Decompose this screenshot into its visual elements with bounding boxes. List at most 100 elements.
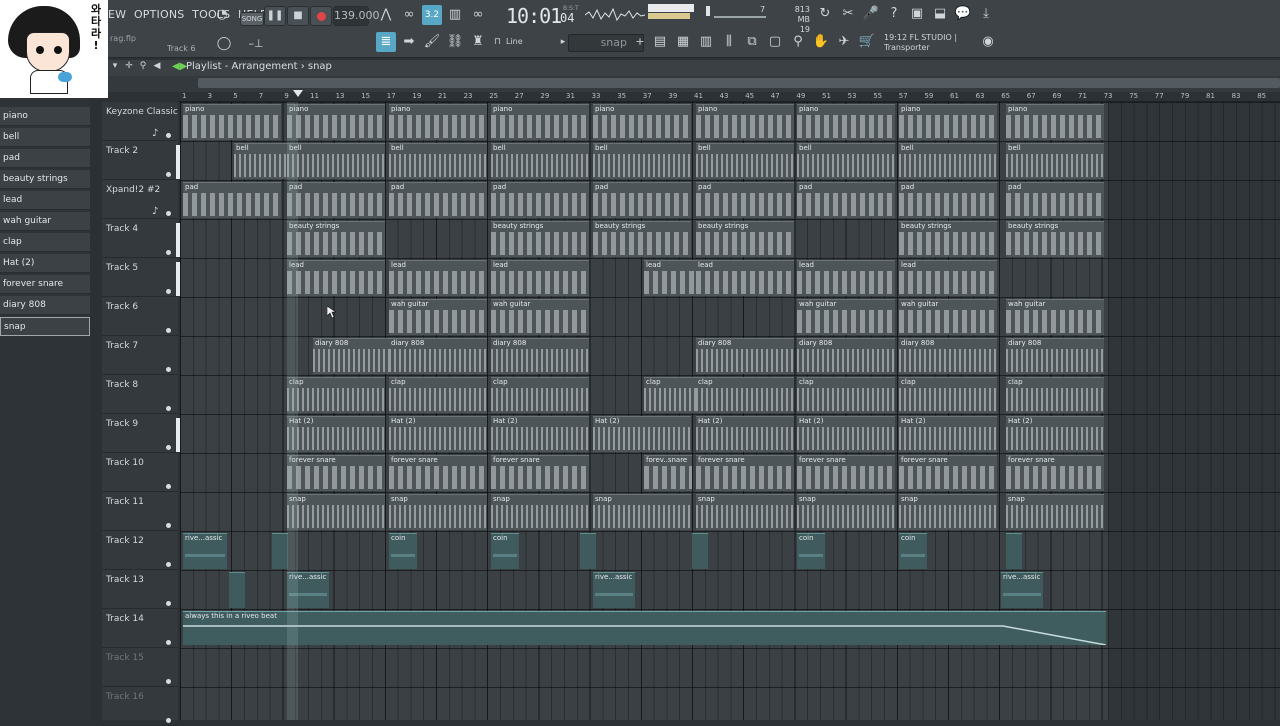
track-mute-dot[interactable] bbox=[166, 484, 171, 489]
pattern-clip[interactable]: snap bbox=[899, 494, 997, 530]
tempo-display[interactable]: 139.000 bbox=[333, 6, 380, 26]
audio-clip[interactable]: coin bbox=[899, 533, 927, 569]
speaker-icon[interactable]: ◀ bbox=[150, 59, 164, 73]
track-header[interactable]: Track 12 bbox=[102, 531, 178, 570]
step-edit-icon[interactable]: ▥ bbox=[445, 5, 465, 25]
pause-button[interactable]: ❚❚ bbox=[264, 6, 286, 26]
save-icon[interactable]: ▣ bbox=[907, 4, 927, 24]
snap-icon[interactable]: ≣ bbox=[376, 32, 396, 52]
picker-item[interactable]: diary 808 bbox=[0, 296, 90, 315]
pattern-clip[interactable]: Hat (2) bbox=[593, 416, 691, 452]
pattern-song-toggle-icon[interactable]: ◔ bbox=[212, 5, 232, 25]
pattern-clip[interactable]: piano bbox=[389, 104, 487, 140]
pattern-clip[interactable]: forev..snare bbox=[644, 455, 692, 491]
track-header[interactable]: Track 4 bbox=[102, 219, 180, 258]
pattern-clip[interactable]: Hat (2) bbox=[1006, 416, 1104, 452]
picker-item[interactable]: forever snare bbox=[0, 275, 90, 294]
record-button[interactable] bbox=[310, 6, 332, 26]
playlist-icon[interactable]: ▤ bbox=[650, 32, 670, 52]
pattern-clip[interactable]: snap bbox=[797, 494, 895, 530]
pattern-clip[interactable]: bell bbox=[1006, 143, 1104, 179]
pattern-clip[interactable]: bell bbox=[696, 143, 794, 179]
globe-icon[interactable]: ◉ bbox=[978, 32, 998, 52]
pattern-clip[interactable]: pad bbox=[389, 182, 487, 218]
pattern-clip[interactable]: piano bbox=[593, 104, 691, 140]
channel-rack-icon[interactable]: ▥ bbox=[696, 32, 716, 52]
pattern-clip[interactable]: clap bbox=[389, 377, 487, 413]
browser-icon[interactable]: ⧉ bbox=[742, 32, 762, 52]
track-header[interactable]: Track 14 bbox=[102, 609, 178, 648]
pattern-clip[interactable]: piano bbox=[899, 104, 997, 140]
automation-clip[interactable]: always this in a riveo beat bbox=[183, 611, 1106, 645]
pattern-clip[interactable]: pad bbox=[1006, 182, 1104, 218]
pattern-clip[interactable]: snap bbox=[287, 494, 385, 530]
pattern-clip[interactable]: forever snare bbox=[491, 455, 589, 491]
song-position-marker[interactable] bbox=[293, 90, 303, 97]
track-header[interactable]: Track 7 bbox=[102, 336, 178, 375]
marketplace-icon[interactable]: ✈ bbox=[834, 32, 854, 52]
pattern-clip[interactable]: piano bbox=[797, 104, 895, 140]
track-mute-dot[interactable] bbox=[166, 133, 171, 138]
picker-item[interactable]: lead bbox=[0, 191, 90, 210]
project-icon[interactable]: ▢ bbox=[765, 32, 785, 52]
pattern-clip[interactable]: bell bbox=[797, 143, 895, 179]
microphone-icon[interactable]: 🎤 bbox=[861, 4, 881, 24]
metronome-icon[interactable]: ⋀ bbox=[376, 5, 396, 25]
track-mute-dot[interactable] bbox=[166, 562, 171, 567]
blend-notes-icon[interactable]: ∞ bbox=[468, 5, 488, 25]
menu-options[interactable]: OPTIONS bbox=[134, 8, 185, 21]
pattern-clip[interactable]: snap bbox=[1006, 494, 1104, 530]
pattern-clip[interactable]: piano bbox=[183, 104, 281, 140]
picker-item[interactable]: beauty strings bbox=[0, 170, 90, 189]
pattern-clip[interactable]: snap bbox=[696, 494, 794, 530]
pattern-clip[interactable]: Hat (2) bbox=[287, 416, 385, 452]
pattern-clip[interactable]: beauty strings bbox=[593, 221, 691, 257]
pattern-clip[interactable]: diary 808 bbox=[797, 338, 895, 374]
undo-icon[interactable]: ↻ bbox=[815, 4, 835, 24]
track-header[interactable]: Track 13 bbox=[102, 570, 178, 609]
pattern-clip[interactable]: wah guitar bbox=[797, 299, 895, 335]
pattern-clip[interactable]: forever snare bbox=[1006, 455, 1104, 491]
pattern-clip[interactable]: wah guitar bbox=[1006, 299, 1104, 335]
pattern-clip[interactable]: forever snare bbox=[899, 455, 997, 491]
pattern-clip[interactable]: Hat (2) bbox=[797, 416, 895, 452]
pattern-clip[interactable]: clap bbox=[1006, 377, 1104, 413]
playlist-grid-empty[interactable] bbox=[1108, 102, 1280, 720]
pattern-clip[interactable]: lead bbox=[696, 260, 794, 296]
pattern-clip[interactable]: beauty strings bbox=[899, 221, 997, 257]
pattern-clip[interactable]: piano bbox=[696, 104, 794, 140]
download-icon[interactable]: ⤓ bbox=[976, 4, 996, 24]
pattern-clip[interactable]: wah guitar bbox=[389, 299, 487, 335]
snap-grid-icon[interactable]: ✛ bbox=[122, 59, 136, 73]
snap-selector[interactable]: Line bbox=[506, 35, 552, 49]
pattern-clip[interactable]: beauty strings bbox=[696, 221, 794, 257]
pattern-clip[interactable]: forever snare bbox=[797, 455, 895, 491]
pattern-clip[interactable]: forever snare bbox=[389, 455, 487, 491]
pattern-clip[interactable]: lead bbox=[797, 260, 895, 296]
track-header[interactable]: Track 5 bbox=[102, 258, 180, 297]
main-volume-knob-icon[interactable]: ◯ bbox=[214, 34, 234, 54]
timeline-ruler[interactable]: 1 3 5 7 9 11 13 15 17 19 21 23 25 27 29 31 33 35 37 39 41 43 4… bbox=[178, 92, 1280, 102]
pattern-clip[interactable]: pad bbox=[696, 182, 794, 218]
master-pitch-knob[interactable] bbox=[706, 6, 710, 16]
cart-icon[interactable]: 🛒 bbox=[857, 32, 877, 52]
audio-clip-small[interactable] bbox=[229, 572, 245, 608]
audio-clip[interactable]: coin bbox=[389, 533, 417, 569]
pattern-clip[interactable]: Hat (2) bbox=[491, 416, 589, 452]
track-mute-dot[interactable] bbox=[166, 679, 171, 684]
track-header[interactable]: Track 6 bbox=[102, 297, 178, 336]
pattern-clip[interactable]: lead bbox=[389, 260, 487, 296]
pattern-clip[interactable]: diary 808 bbox=[389, 338, 487, 374]
pattern-clip[interactable]: diary 808 bbox=[899, 338, 997, 374]
chat-icon[interactable]: 💬 bbox=[953, 4, 973, 24]
menu-view[interactable]: EW bbox=[108, 8, 126, 21]
touch-keyboard-icon[interactable]: ✋ bbox=[811, 32, 831, 52]
picker-item[interactable]: wah guitar bbox=[0, 212, 90, 231]
pattern-clip[interactable]: clap bbox=[696, 377, 794, 413]
stamp-icon[interactable]: ♜ bbox=[468, 32, 488, 52]
plugin-icon[interactable]: ⬓ bbox=[930, 4, 950, 24]
track-header[interactable]: Xpand!2 #2 ♪ bbox=[102, 180, 178, 219]
pattern-clip[interactable]: snap bbox=[389, 494, 487, 530]
scrollbar-thumb[interactable] bbox=[198, 78, 1280, 88]
track-header[interactable]: Track 11 bbox=[102, 492, 178, 531]
